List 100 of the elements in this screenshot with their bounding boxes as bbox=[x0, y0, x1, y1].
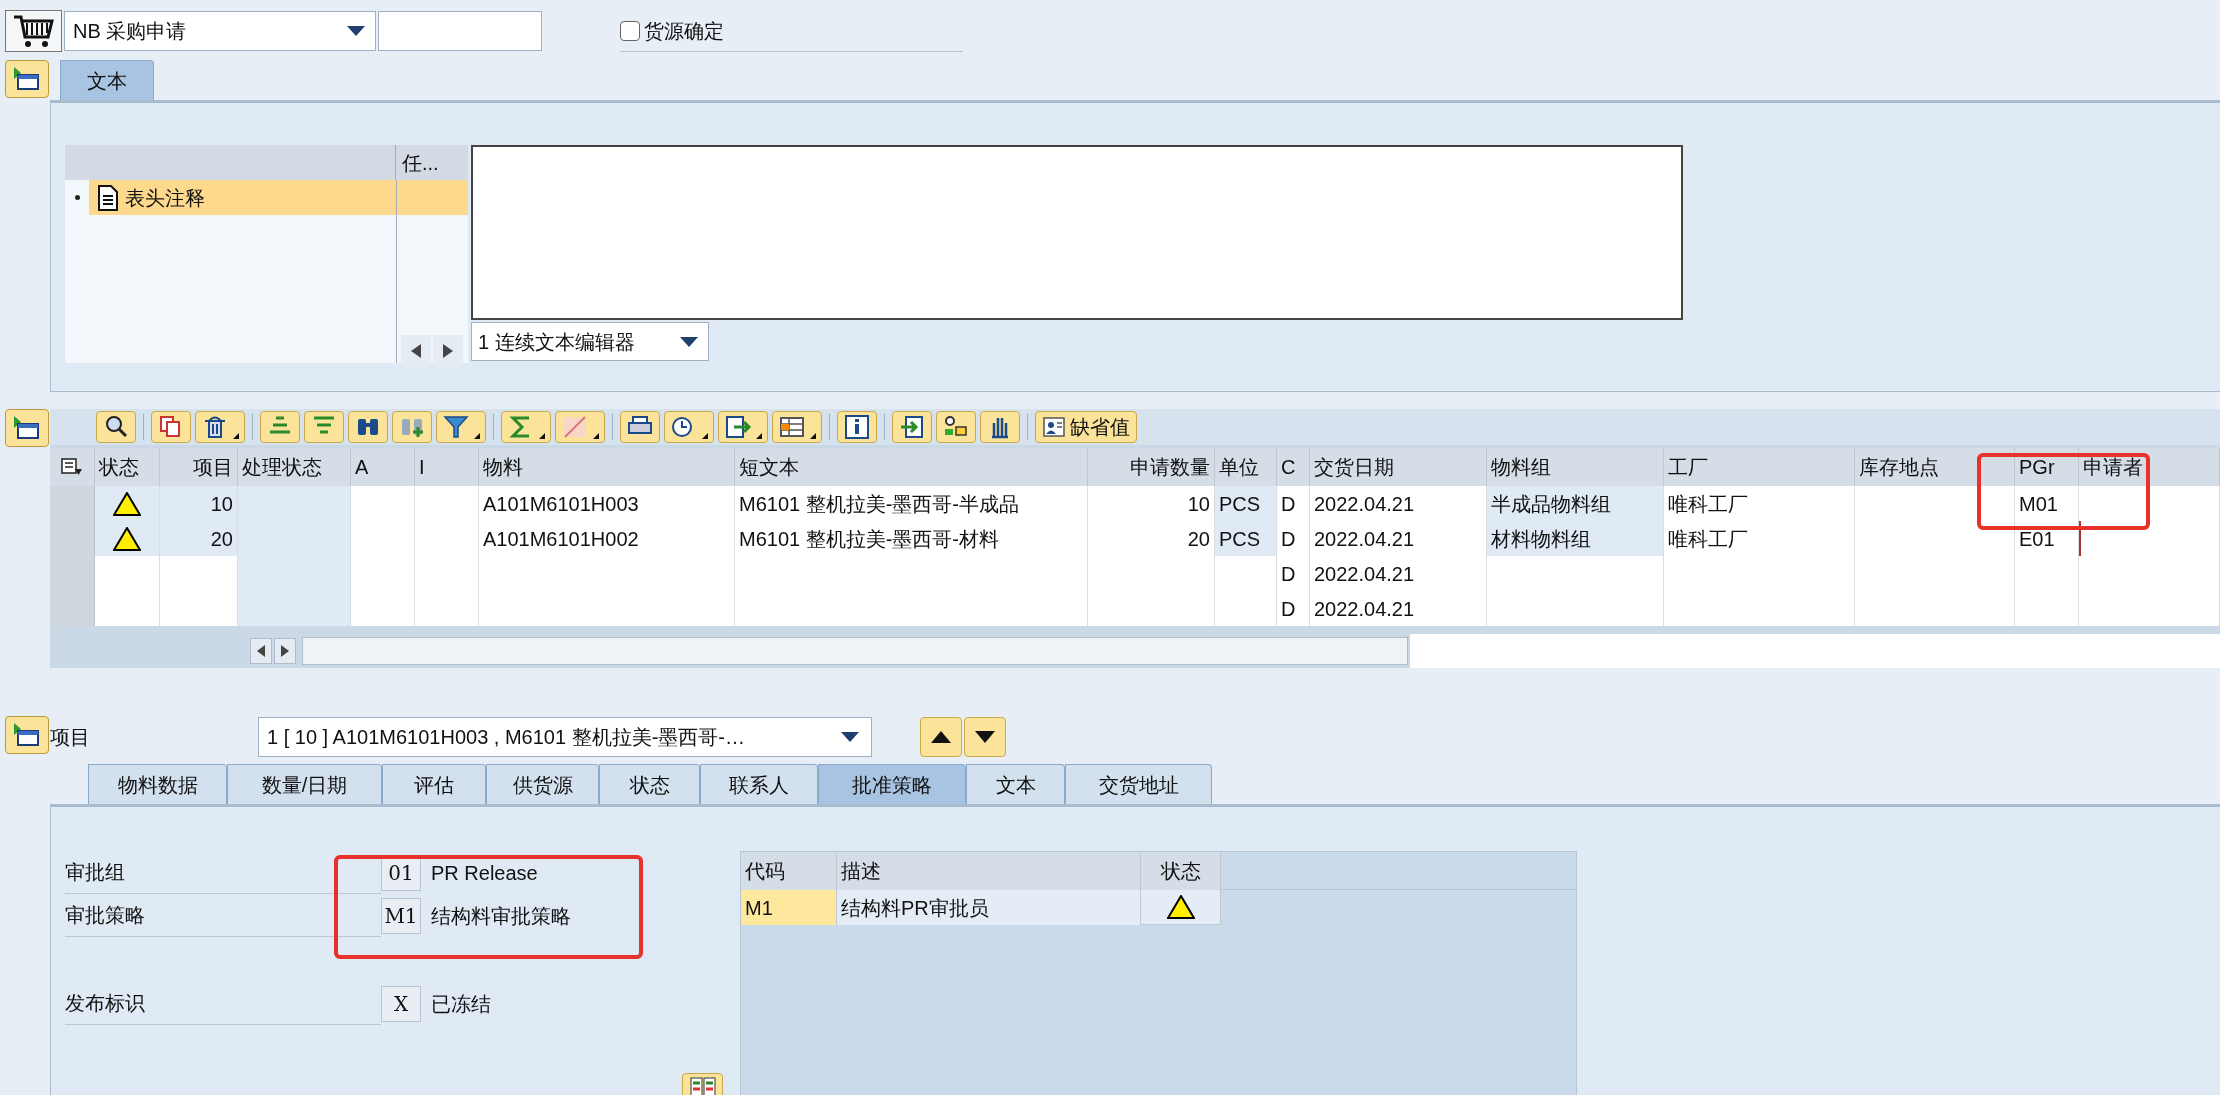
info-button[interactable] bbox=[837, 411, 877, 443]
trash-button[interactable] bbox=[195, 411, 245, 443]
import-icon bbox=[898, 413, 926, 441]
table-cell: 2022.04.21 bbox=[1310, 556, 1487, 591]
shopping-cart-button[interactable] bbox=[5, 10, 62, 52]
checkbox-label: 货源确定 bbox=[644, 18, 724, 44]
dropdown-arrow-icon bbox=[474, 433, 480, 439]
copy-button[interactable] bbox=[151, 411, 191, 443]
table-cell: 半成品物料组 bbox=[1487, 486, 1664, 521]
expand-panel-button[interactable] bbox=[5, 409, 49, 447]
export-button[interactable] bbox=[718, 411, 768, 443]
tab[interactable]: 评估 bbox=[382, 764, 486, 804]
tab[interactable]: 供货源 bbox=[486, 764, 599, 804]
filter-button[interactable] bbox=[436, 411, 486, 443]
table-cell bbox=[2015, 591, 2079, 626]
table-cell: M6101 整机拉美-墨西哥-材料 bbox=[735, 521, 1088, 556]
table-cell: M01 bbox=[2015, 486, 2079, 521]
table-cell: D bbox=[1277, 521, 1310, 556]
table-cell: 10 bbox=[1088, 486, 1215, 521]
field-label: 审批策略 bbox=[65, 894, 381, 937]
code-field: M1 bbox=[381, 897, 421, 934]
editor-type-dropdown[interactable]: 1 连续文本编辑器 bbox=[471, 322, 709, 361]
tab[interactable]: 物料数据 bbox=[88, 764, 227, 804]
table-cell: 2022.04.21 bbox=[1310, 486, 1487, 521]
tab[interactable]: 交货地址 bbox=[1065, 764, 1212, 804]
previous-item-button[interactable] bbox=[920, 717, 962, 757]
table-cell: 20 bbox=[160, 521, 238, 556]
bullet-icon bbox=[74, 195, 80, 200]
printer-button[interactable] bbox=[620, 411, 660, 443]
workflow-button[interactable] bbox=[936, 411, 976, 443]
field-value: PR Release bbox=[431, 860, 538, 886]
tab[interactable]: 批准策略 bbox=[818, 764, 966, 804]
column-header[interactable]: 代码 bbox=[741, 852, 837, 890]
sigma-button[interactable] bbox=[501, 411, 551, 443]
import-button[interactable] bbox=[892, 411, 932, 443]
sort-descending-button[interactable] bbox=[304, 411, 344, 443]
document-type-dropdown[interactable]: NB 采购申请 bbox=[64, 11, 376, 51]
scroll-right-button[interactable] bbox=[433, 335, 463, 367]
expand-panel-button[interactable] bbox=[5, 60, 49, 98]
panel-toggle-icon bbox=[12, 722, 42, 748]
table-cell[interactable] bbox=[2079, 486, 2220, 521]
dropdown-arrow-icon bbox=[593, 433, 599, 439]
column-header: 任... bbox=[396, 145, 468, 180]
table-cell: M6101 整机拉美-墨西哥-半成品 bbox=[735, 486, 1088, 521]
scroll-right-button[interactable] bbox=[274, 638, 296, 664]
table-cell: 2022.04.21 bbox=[1310, 591, 1487, 626]
columns-button[interactable] bbox=[772, 411, 822, 443]
tab[interactable]: 文本 bbox=[60, 60, 154, 100]
export-icon bbox=[724, 413, 752, 441]
binoculars-button[interactable] bbox=[348, 411, 388, 443]
expand-panel-button[interactable] bbox=[5, 716, 49, 754]
tab[interactable]: 文本 bbox=[966, 764, 1065, 804]
column-header[interactable]: 描述 bbox=[837, 852, 1141, 890]
sort-ascending-button[interactable] bbox=[260, 411, 300, 443]
tab[interactable]: 状态 bbox=[599, 764, 700, 804]
scroll-left-button[interactable] bbox=[250, 638, 272, 664]
text-input-field[interactable] bbox=[378, 11, 542, 51]
arrow-left-icon bbox=[411, 344, 421, 358]
table-cell bbox=[351, 591, 415, 626]
table-cell: D bbox=[1277, 486, 1310, 521]
field-value: 已冻结 bbox=[431, 991, 491, 1017]
table-cell: 10 bbox=[160, 486, 238, 521]
scroll-left-button[interactable] bbox=[401, 335, 431, 367]
default-values-button[interactable]: 缺省值 bbox=[1035, 411, 1137, 443]
triangle-down-icon bbox=[975, 731, 995, 743]
item-dropdown[interactable]: 1 [ 10 ] A101M6101H003 , M6101 整机拉美-墨西哥-… bbox=[258, 717, 872, 757]
dropdown-caret-icon[interactable] bbox=[347, 26, 365, 36]
table-cell: A101M6101H003 bbox=[479, 486, 735, 521]
tree-item[interactable]: 表头注释 bbox=[89, 180, 396, 215]
column-header[interactable]: 状态 bbox=[1141, 852, 1221, 890]
field-label: 项目 bbox=[50, 725, 91, 750]
next-item-button[interactable] bbox=[964, 717, 1006, 757]
person-list-icon bbox=[1042, 415, 1066, 439]
dropdown-caret-icon[interactable] bbox=[841, 732, 859, 742]
source-determination-checkbox[interactable] bbox=[620, 20, 640, 41]
field-label: 发布标识 bbox=[65, 982, 381, 1025]
table-cell: D bbox=[1277, 556, 1310, 591]
document-icon bbox=[97, 184, 119, 211]
text-editor[interactable] bbox=[471, 145, 1683, 320]
table-cell: 材料物料组 bbox=[1487, 521, 1664, 556]
horizontal-scrollbar[interactable] bbox=[302, 637, 1408, 665]
code-field: X bbox=[381, 985, 421, 1022]
panel-toggle-icon bbox=[12, 415, 42, 441]
tab[interactable]: 数量/日期 bbox=[227, 764, 382, 804]
panel-toggle-icon bbox=[12, 66, 42, 92]
binoculars-plus-button[interactable] bbox=[392, 411, 432, 443]
dropdown-caret-icon[interactable] bbox=[680, 336, 698, 347]
tab[interactable]: 联系人 bbox=[700, 764, 818, 804]
dropdown-arrow-icon bbox=[756, 433, 762, 439]
table-cell: 2022.04.21 bbox=[1310, 521, 1487, 556]
magnifier-button[interactable] bbox=[96, 411, 136, 443]
dropdown-arrow-icon bbox=[810, 433, 816, 439]
triangle-up-icon bbox=[931, 731, 951, 743]
field-label: 审批组 bbox=[65, 851, 381, 894]
filter-icon bbox=[442, 413, 470, 441]
table-layout-icon bbox=[689, 1077, 716, 1095]
table-cell bbox=[415, 591, 479, 626]
table-cell: PCS bbox=[1215, 521, 1277, 556]
table-cell: A101M6101H002 bbox=[479, 521, 735, 556]
table-cell[interactable] bbox=[2079, 591, 2220, 626]
